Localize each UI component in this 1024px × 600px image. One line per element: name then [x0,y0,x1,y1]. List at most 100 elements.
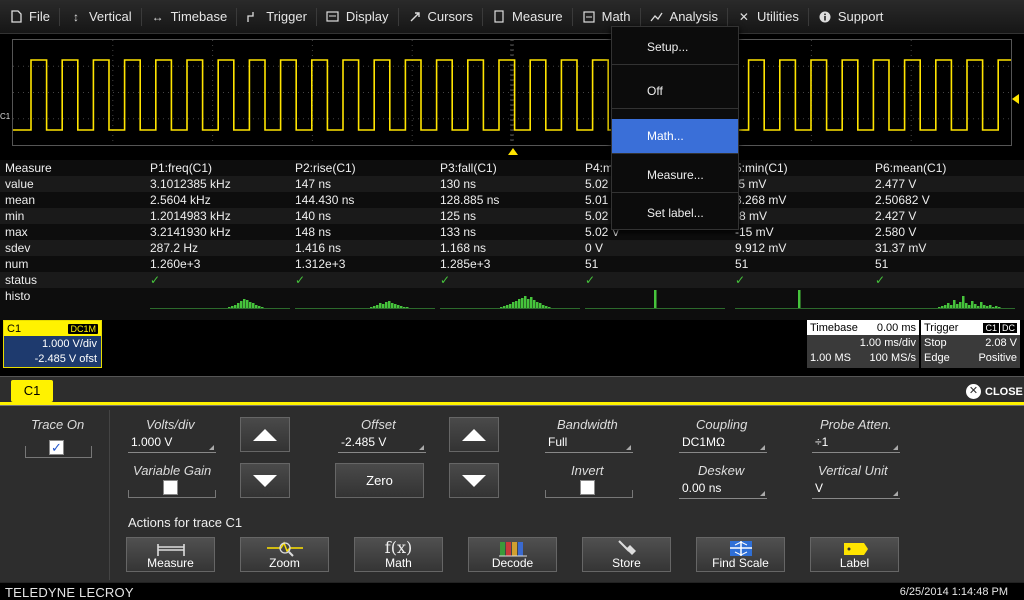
menu-vertical-label: Vertical [88,9,132,24]
histogram-bar [237,303,240,308]
volts-down-button[interactable] [240,463,290,498]
measure-header-p3[interactable]: P3:fall(C1) [440,161,497,175]
coupling-field[interactable]: DC1MΩ [679,435,767,453]
histogram-bar [962,296,965,308]
arrow-down-icon [462,474,486,487]
measure-cell: 130 ns [440,177,477,191]
measure-cell: -15 mV [735,225,774,239]
dropdown-item-off[interactable]: Off [612,74,738,109]
zero-button[interactable]: Zero [335,463,424,498]
measure-header-p2[interactable]: P2:rise(C1) [295,161,356,175]
menu-file[interactable]: File [0,0,59,34]
status-check-icon: ✓ [585,273,596,287]
dropdown-item-measure[interactable]: Measure... [612,158,738,193]
offset-up-button[interactable] [449,417,499,452]
action-zoom-button[interactable]: Zoom [240,537,329,572]
offset-down-button[interactable] [449,463,499,498]
invert-checkbox[interactable] [580,480,595,495]
actions-title: Actions for trace C1 [128,515,243,530]
menu-display[interactable]: Display [317,0,398,34]
measure-header-p1[interactable]: P1:freq(C1) [150,161,212,175]
histogram-3 [440,296,580,309]
histogram-bar [261,307,264,308]
measure-header-p4[interactable]: P4:m [585,161,613,175]
histogram-bar [503,306,506,308]
trigger-slope: Positive [978,352,1017,364]
brand-logo: TELEDYNE LECROY [5,585,134,600]
measure-header-p6[interactable]: P6:mean(C1) [875,161,946,175]
trigger-descriptor-box[interactable]: Trigger C1 DC Stop 2.08 V Edge Positive [921,320,1020,368]
measure-row-label: histo [5,289,31,303]
trigger-title: Trigger [924,321,959,334]
waveform-grid[interactable] [12,39,1012,146]
vertical-arrows-icon: ↕ [72,9,79,24]
histogram-bar [500,307,503,308]
histogram-bar [998,307,1001,308]
menu-cursors-label: Cursors [427,9,474,24]
status-check-icon: ✓ [440,273,451,287]
measure-cell: 0 V [585,241,604,255]
trace-on-checkbox[interactable]: ✓ [49,440,64,455]
menu-vertical[interactable]: ↕ Vertical [60,0,141,34]
timebase-descriptor-box[interactable]: Timebase 0.00 ms 1.00 ms/div 1.00 MS 100 … [807,320,919,368]
close-button[interactable]: ✕ CLOSE [966,384,1023,399]
label-tag-icon [811,538,898,557]
action-measure-button[interactable]: Measure [126,537,215,572]
measure-row-mean: mean 2.5604 kHz 144.430 ns 128.885 ns 5.01 8.… [0,192,1024,208]
measure-cell: 128.885 ns [440,193,500,207]
histogram-bar [376,305,379,308]
zoom-icon [241,538,328,557]
utilities-icon: ✕ [738,9,749,24]
trigger-level-marker[interactable] [1012,94,1019,104]
menu-cursors[interactable]: Cursors [399,0,483,34]
measure-cell: 1.260e+3 [150,257,201,271]
action-math-button[interactable]: f(x) Math [354,537,443,572]
menu-trigger-label: Trigger [266,9,307,24]
measure-cell: 1.285e+3 [440,257,491,271]
menu-utilities[interactable]: ✕ Utilities [728,0,808,34]
dropdown-item-setup[interactable]: Setup... [612,30,738,65]
histogram-bar [397,305,400,308]
channel-descriptor-box[interactable]: C1 DC1M 1.000 V/div -2.485 V ofst [3,320,102,368]
menu-timebase[interactable]: ↔ Timebase [142,0,237,34]
measure-cell: 287.2 Hz [150,241,199,255]
histogram-bar [391,303,394,308]
measure-header-p5[interactable]: 5:min(C1) [735,161,788,175]
menu-measure[interactable]: Measure [483,0,572,34]
variable-gain-checkbox[interactable] [163,480,178,495]
deskew-field[interactable]: 0.00 ns [679,481,767,499]
action-store-button[interactable]: Store [582,537,671,572]
menu-math-label: Math [601,9,631,24]
trigger-coupling-tag: DC [1000,322,1017,333]
trigger-icon [246,10,260,24]
action-find-scale-label: Find Scale [712,556,769,570]
offset-field[interactable]: -2.485 V [338,435,426,453]
volts-up-button[interactable] [240,417,290,452]
histogram-bar [995,306,998,308]
trigger-position-marker[interactable] [508,148,518,155]
menu-support[interactable]: Support [809,0,893,34]
menu-trigger[interactable]: Trigger [237,0,316,34]
histogram-bar [518,299,521,308]
action-decode-label: Decode [491,556,534,570]
action-decode-button[interactable]: Decode [468,537,557,572]
volts-div-field[interactable]: 1.000 V [128,435,216,453]
histogram-bar [515,301,518,308]
measure-cell: 51 [585,257,599,271]
vertical-unit-field[interactable]: V [812,481,900,499]
tab-c1[interactable]: C1 [11,380,53,402]
timebase-rate: 100 MS/s [869,352,916,364]
action-label-button[interactable]: Label [810,537,899,572]
action-find-scale-button[interactable]: Find Scale [696,537,785,572]
measure-cell: 9.912 mV [735,241,787,255]
menu-display-label: Display [345,9,389,24]
measure-cell: 31.37 mV [875,241,927,255]
dropdown-item-set-label[interactable]: Set label... [612,196,738,231]
histogram-bar [385,302,388,308]
probe-atten-field[interactable]: ÷1 [812,435,900,453]
dropdown-item-math[interactable]: Math... [612,119,738,154]
histogram-bar [974,304,977,308]
bandwidth-field[interactable]: Full [545,435,633,453]
menu-timebase-label: Timebase [170,9,228,24]
channel-name: C1 [7,322,22,335]
